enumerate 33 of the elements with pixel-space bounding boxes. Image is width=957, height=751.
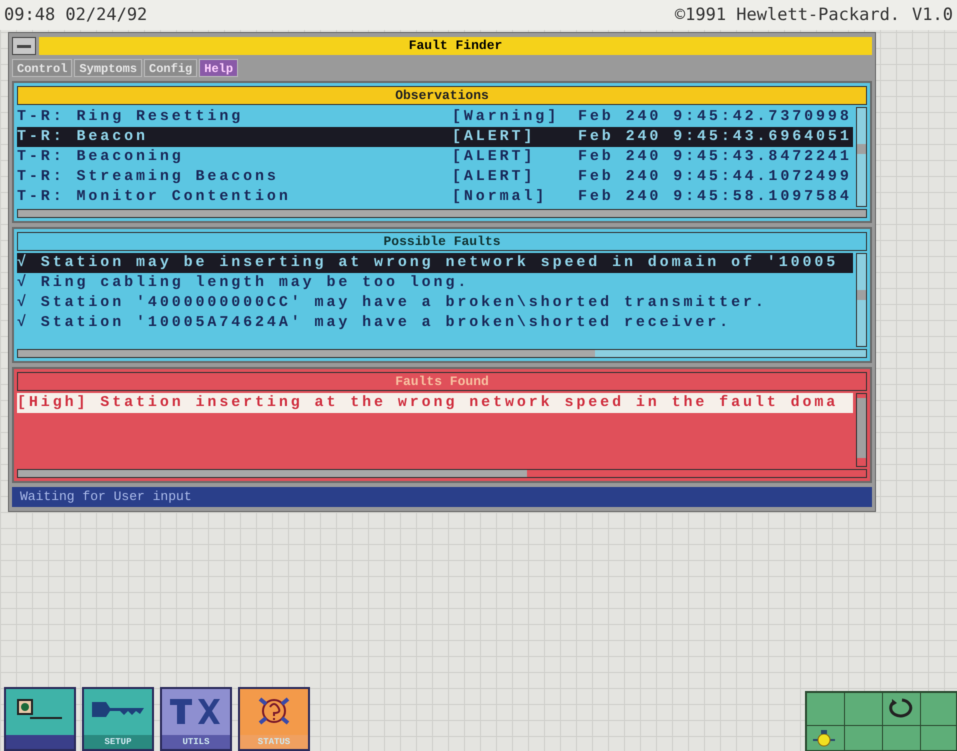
observation-row[interactable]: T-R: Monitor Contention [Normal] Feb 240 9:45:58.1097584 (17, 187, 853, 207)
fault-row[interactable]: √ Ring cabling length may be too long. (17, 273, 853, 293)
observation-row[interactable]: T-R: Beacon [ALERT] Feb 240 9:45:43.6964051 (17, 127, 853, 147)
menu-item[interactable]: Help (199, 59, 238, 77)
vertical-scrollbar[interactable] (856, 393, 867, 467)
system-menu-button[interactable] (12, 37, 36, 55)
horizontal-scrollbar[interactable] (17, 349, 867, 358)
observation-row[interactable]: T-R: Ring Resetting [Warning] Feb 240 9:45:42.7370998 (17, 107, 853, 127)
fault-found-row[interactable]: [High] Station inserting at the wrong network speed in the fault doma (17, 393, 853, 413)
fault-row[interactable]: √ Station may be inserting at wrong network speed in domain of '10005 (17, 253, 853, 273)
clock: 09:48 02/24/92 (4, 5, 148, 25)
taskbar-label: SETUP (84, 735, 152, 749)
panel-title: Faults Found (17, 372, 867, 391)
observation-row[interactable]: T-R: Streaming Beacons [ALERT] Feb 240 9:45:44.1072499 (17, 167, 853, 187)
status-bar: Waiting for User input (12, 487, 872, 507)
version-text: V1.0 (912, 5, 953, 25)
vertical-scrollbar[interactable] (856, 107, 867, 207)
node-icon[interactable] (812, 728, 836, 748)
taskbar-label: STATUS (240, 735, 308, 749)
taskbar-button[interactable] (4, 687, 76, 751)
taskbar-button[interactable]: UTILS (160, 687, 232, 751)
horizontal-scrollbar[interactable] (17, 209, 867, 218)
taskbar-label: UTILS (162, 735, 230, 749)
window-title: Fault Finder (39, 37, 872, 55)
observation-row[interactable]: T-R: Beaconing [ALERT] Feb 240 9:45:43.8472241 (17, 147, 853, 167)
panel-title: Observations (17, 86, 867, 105)
vertical-scrollbar[interactable] (856, 253, 867, 347)
taskbar-label (6, 735, 74, 749)
horizontal-scrollbar[interactable] (17, 469, 867, 478)
panel-title: Possible Faults (17, 232, 867, 251)
fault-row[interactable]: √ Station '10005A74624A' may have a broken\shorted receiver. (17, 313, 853, 333)
copyright-text: ©1991 Hewlett-Packard. (674, 5, 900, 25)
fault-row[interactable]: √ Station '4000000000CC' may have a broken\shorted transmitter. (17, 293, 853, 313)
